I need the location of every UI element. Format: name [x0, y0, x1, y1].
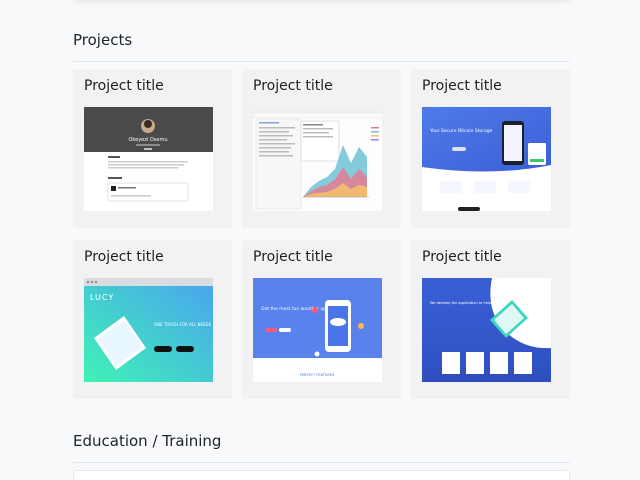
project-card[interactable]: Project title Your Secure Bitcoin Storag…	[411, 69, 570, 228]
project-card[interactable]: Project title Get the most fun weather a…	[242, 240, 401, 399]
project-card[interactable]: Project title Okeyezi Osemu	[73, 69, 232, 228]
lucy-brand-text: LUCY	[90, 293, 114, 302]
project-thumbnail-business[interactable]: We develop the application to help peopl…	[422, 278, 551, 382]
project-card[interactable]: Project title We develop the application…	[411, 240, 570, 399]
education-card	[73, 470, 570, 480]
project-title: Project title	[253, 249, 333, 265]
weather-features-text: PERFECT FEATURES	[300, 373, 335, 377]
bitcoin-hero-text: Your Secure Bitcoin Storage	[429, 128, 493, 134]
project-card[interactable]: Project title	[242, 69, 401, 228]
weather-hero-text: Get the most fun weather app	[261, 306, 329, 312]
projects-heading: Projects	[73, 31, 133, 49]
project-thumbnail-weather[interactable]: Get the most fun weather app PERFECT FEA…	[253, 278, 382, 382]
projects-divider	[73, 61, 570, 62]
project-thumbnail-profile[interactable]: Okeyezi Osemu	[84, 107, 213, 211]
project-thumbnail-bitcoin[interactable]: Your Secure Bitcoin Storage	[422, 107, 551, 211]
project-card[interactable]: Project title LUCY ONE TOUCH FOR ALL NEE…	[73, 240, 232, 399]
project-title: Project title	[422, 78, 502, 94]
project-title: Project title	[84, 78, 164, 94]
profile-name-text: Okeyezi Osemu	[128, 137, 167, 143]
lucy-hero-text: ONE TOUCH FOR ALL NEEDS	[154, 322, 212, 327]
education-heading: Education / Training	[73, 432, 222, 450]
project-title: Project title	[422, 249, 502, 265]
project-thumbnail-chart-dashboard[interactable]	[253, 107, 382, 211]
education-divider	[73, 462, 570, 463]
project-thumbnail-lucy[interactable]: LUCY ONE TOUCH FOR ALL NEEDS	[84, 278, 213, 382]
project-title: Project title	[84, 249, 164, 265]
project-title: Project title	[253, 78, 333, 94]
